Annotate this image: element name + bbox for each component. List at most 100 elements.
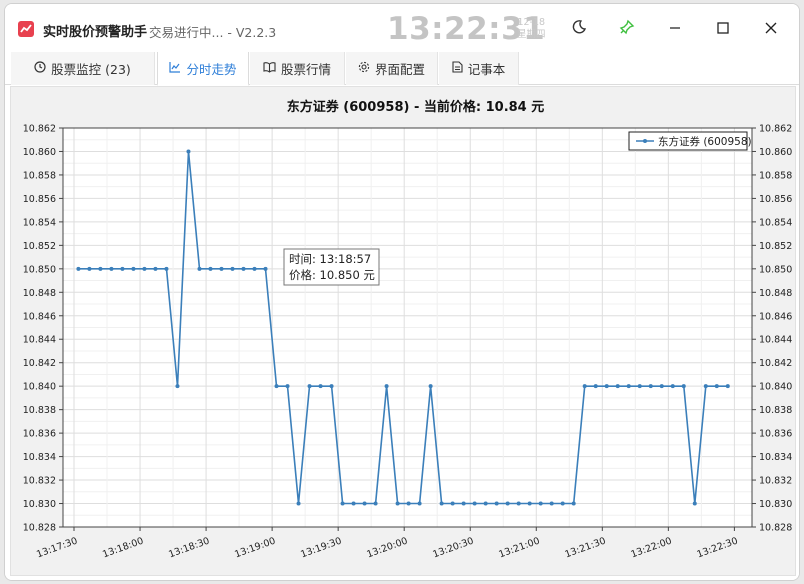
data-point: [318, 384, 323, 389]
data-point: [87, 266, 92, 271]
y-tick-label: 10.854: [23, 217, 56, 228]
tab-stock-quotes[interactable]: 股票行情: [250, 52, 345, 85]
close-button[interactable]: [758, 16, 784, 42]
y-tick-label: 10.836: [23, 429, 56, 440]
y-tick-label-right: 10.850: [759, 264, 792, 275]
data-point: [340, 501, 345, 506]
app-window: 实时股价预警助手 交易进行中... - V2.2.3 13:22:31 12-1…: [4, 3, 800, 581]
data-point: [131, 266, 136, 271]
date-month-day: 12-18: [517, 17, 546, 28]
y-tick-label-right: 10.856: [759, 194, 792, 205]
legend-label: 东方证券 (600958): [658, 135, 752, 148]
y-tick-label: 10.832: [23, 476, 56, 487]
data-point: [593, 384, 598, 389]
x-tick-label: 13:20:30: [431, 535, 475, 560]
tab-label: 记事本: [467, 62, 506, 77]
tab-stock-monitor[interactable]: 股票监控 (23): [11, 52, 155, 85]
pin-button[interactable]: [614, 16, 640, 42]
x-tick-label: 13:21:00: [497, 535, 541, 560]
data-point: [703, 384, 708, 389]
theme-toggle-button[interactable]: [566, 16, 592, 42]
data-point: [428, 384, 433, 389]
data-point: [208, 266, 213, 271]
y-tick-label: 10.846: [23, 311, 56, 322]
data-point: [626, 384, 631, 389]
date-display: 12-18 星期四: [517, 17, 546, 41]
data-point: [516, 501, 521, 506]
chart-tooltip: 时间: 13:18:57 价格: 10.850 元: [283, 248, 380, 286]
tab-notepad[interactable]: 记事本: [439, 52, 519, 85]
y-tick-label: 10.844: [23, 335, 56, 346]
data-point: [505, 501, 510, 506]
x-tick-label: 13:18:00: [101, 535, 145, 560]
y-axis-left: 10.828 10.830 10.832 10.834 10.836 10.838 10.8…: [23, 124, 63, 534]
y-tick-label: 10.858: [23, 170, 56, 181]
data-point: [472, 501, 477, 506]
x-tick-label: 13:19:30: [299, 535, 343, 560]
y-tick-label-right: 10.844: [759, 335, 792, 346]
data-point: [175, 384, 180, 389]
data-point: [395, 501, 400, 506]
title-bar: 实时股价预警助手 交易进行中... - V2.2.3 13:22:31 12-1…: [5, 4, 799, 52]
y-tick-label: 10.850: [23, 264, 56, 275]
tab-ui-settings[interactable]: 界面配置: [346, 52, 438, 85]
chart-title: 东方证券 (600958) - 当前价格: 10.84 元: [287, 99, 545, 115]
note-icon: [452, 61, 463, 76]
x-tick-label: 13:20:00: [365, 535, 409, 560]
data-point: [692, 501, 697, 506]
y-tick-label-right: 10.842: [759, 358, 792, 369]
data-point: [285, 384, 290, 389]
book-icon: [263, 61, 276, 76]
data-point: [538, 501, 543, 506]
y-tick-label: 10.852: [23, 241, 56, 252]
data-point: [241, 266, 246, 271]
data-point: [329, 384, 334, 389]
minimize-button[interactable]: [662, 16, 688, 42]
minimize-icon: [668, 20, 682, 39]
tab-intraday-trend[interactable]: 分时走势: [157, 52, 249, 86]
x-tick-label: 13:19:00: [233, 535, 277, 560]
data-point: [637, 384, 642, 389]
data-point: [571, 501, 576, 506]
data-point: [604, 384, 609, 389]
tab-label: 分时走势: [186, 61, 237, 77]
y-tick-label-right: 10.848: [759, 288, 792, 299]
y-tick-label-right: 10.858: [759, 170, 792, 181]
y-tick-label: 10.848: [23, 288, 56, 299]
x-tick-label: 13:22:30: [696, 535, 740, 560]
y-tick-label: 10.860: [23, 147, 56, 158]
data-point: [263, 266, 268, 271]
y-tick-label-right: 10.838: [759, 405, 792, 416]
y-tick-label-right: 10.840: [759, 382, 792, 393]
tab-label: 股票行情: [280, 62, 331, 77]
maximize-icon: [716, 20, 730, 39]
y-tick-label-right: 10.834: [759, 452, 792, 463]
y-tick-label: 10.862: [23, 124, 56, 135]
data-point: [296, 501, 301, 506]
tab-bar: 股票监控 (23) 分时走势 股票行情 界面配置 记事本: [5, 52, 799, 86]
clock-icon: [34, 61, 46, 76]
data-point: [648, 384, 653, 389]
y-tick-label: 10.840: [23, 382, 56, 393]
data-point: [417, 501, 422, 506]
y-axis-right: 10.828 10.830 10.832 10.834 10.836 10.838 10.8…: [752, 124, 792, 534]
data-point: [252, 266, 257, 271]
y-tick-label: 10.828: [23, 523, 56, 534]
legend-swatch-marker: [643, 139, 647, 143]
intraday-chart[interactable]: 东方证券 (600958) - 当前价格: 10.84 元 10.82810.8…: [11, 87, 797, 577]
data-point: [274, 384, 279, 389]
y-tick-label: 10.830: [23, 499, 56, 510]
app-status: 交易进行中... - V2.2.3: [149, 25, 277, 40]
tab-label: 界面配置: [374, 62, 425, 77]
y-tick-label: 10.856: [23, 194, 56, 205]
moon-icon: [571, 19, 587, 39]
close-icon: [764, 20, 778, 39]
data-point: [450, 501, 455, 506]
y-tick-label-right: 10.854: [759, 217, 792, 228]
maximize-button[interactable]: [710, 16, 736, 42]
data-point: [351, 501, 356, 506]
data-point: [549, 501, 554, 506]
data-point: [406, 501, 411, 506]
y-tick-label-right: 10.852: [759, 241, 792, 252]
chart-grid: [63, 127, 752, 528]
